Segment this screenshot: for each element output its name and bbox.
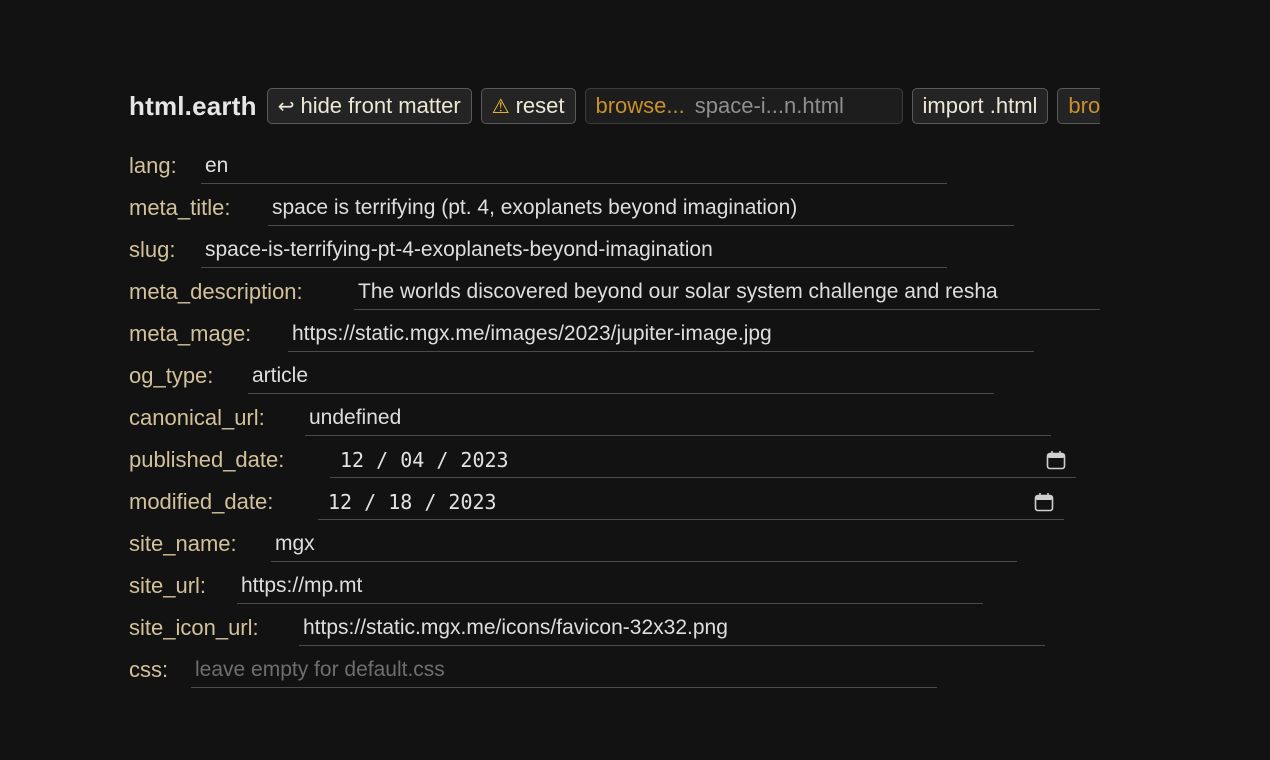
site-icon-url-input[interactable]: https://static.mgx.me/icons/favicon-32x3…	[299, 610, 1045, 646]
browse-button-secondary[interactable]: bro	[1057, 88, 1101, 124]
site-icon-url-label: site_icon_url:	[129, 615, 259, 640]
field-row-canonical-url: canonical_url: undefined	[129, 400, 1159, 442]
meta-description-input[interactable]: The worlds discovered beyond our solar s…	[354, 274, 1100, 310]
modified-date-label: modified_date:	[129, 489, 274, 514]
front-matter-fields: lang: en meta_title: space is terrifying…	[129, 148, 1159, 694]
file-picker[interactable]: browse... space-i...n.html	[584, 88, 903, 124]
meta-mage-label: meta_mage:	[129, 321, 252, 346]
css-label: css:	[129, 657, 169, 682]
warning-icon: ⚠	[491, 95, 510, 118]
reset-button[interactable]: ⚠ reset	[480, 88, 576, 124]
lang-label: lang:	[129, 153, 177, 178]
browse-button[interactable]: browse...	[596, 93, 685, 119]
field-row-css: css: leave empty for default.css	[129, 652, 1159, 694]
field-row-site-name: site_name: mgx	[129, 526, 1159, 568]
meta-title-input[interactable]: space is terrifying (pt. 4, exoplanets b…	[268, 190, 1014, 226]
published-date-label: published_date:	[129, 447, 285, 472]
canonical-url-label: canonical_url:	[129, 405, 265, 430]
field-row-site-url: site_url: https://mp.mt	[129, 568, 1159, 610]
meta-description-label: meta_description:	[129, 279, 303, 304]
front-matter-editor: html.earth ↩ hide front matter ⚠ reset b…	[129, 86, 1159, 694]
import-html-button[interactable]: import .html	[911, 88, 1049, 124]
modified-date-value: 12 / 18 / 2023	[328, 490, 497, 514]
hide-front-matter-button[interactable]: ↩ hide front matter	[266, 88, 472, 124]
field-row-meta-mage: meta_mage: https://static.mgx.me/images/…	[129, 316, 1159, 358]
return-arrow-icon: ↩	[277, 95, 295, 118]
selected-file-name: space-i...n.html	[694, 93, 844, 118]
calendar-icon[interactable]	[1034, 492, 1054, 512]
lang-input[interactable]: en	[201, 148, 947, 184]
reset-label: reset	[515, 93, 565, 118]
brand-title: html.earth	[129, 90, 257, 121]
meta-mage-input[interactable]: https://static.mgx.me/images/2023/jupite…	[288, 316, 1034, 352]
og-type-input[interactable]: article	[248, 358, 994, 394]
site-name-input[interactable]: mgx	[271, 526, 1017, 562]
modified-date-input[interactable]: 12 / 18 / 2023	[318, 484, 1064, 520]
slug-input[interactable]: space-is-terrifying-pt-4-exoplanets-beyo…	[201, 232, 947, 268]
site-url-input[interactable]: https://mp.mt	[237, 568, 983, 604]
field-row-slug: slug: space-is-terrifying-pt-4-exoplanet…	[129, 232, 1159, 274]
canonical-url-input[interactable]: undefined	[305, 400, 1051, 436]
field-row-meta-description: meta_description: The worlds discovered …	[129, 274, 1159, 316]
site-name-label: site_name:	[129, 531, 237, 556]
og-type-label: og_type:	[129, 363, 214, 388]
meta-title-label: meta_title:	[129, 195, 231, 220]
toolbar: html.earth ↩ hide front matter ⚠ reset b…	[129, 86, 1159, 126]
calendar-icon[interactable]	[1046, 450, 1066, 470]
field-row-og-type: og_type: article	[129, 358, 1159, 400]
field-row-modified-date: modified_date: 12 / 18 / 2023	[129, 484, 1159, 526]
published-date-value: 12 / 04 / 2023	[340, 448, 509, 472]
css-input[interactable]: leave empty for default.css	[191, 652, 937, 688]
field-row-meta-title: meta_title: space is terrifying (pt. 4, …	[129, 190, 1159, 232]
field-row-site-icon-url: site_icon_url: https://static.mgx.me/ico…	[129, 610, 1159, 652]
slug-label: slug:	[129, 237, 176, 262]
field-row-published-date: published_date: 12 / 04 / 2023	[129, 442, 1159, 484]
field-row-lang: lang: en	[129, 148, 1159, 190]
site-url-label: site_url:	[129, 573, 207, 598]
hide-front-matter-label: hide front matter	[300, 93, 461, 118]
published-date-input[interactable]: 12 / 04 / 2023	[330, 442, 1076, 478]
